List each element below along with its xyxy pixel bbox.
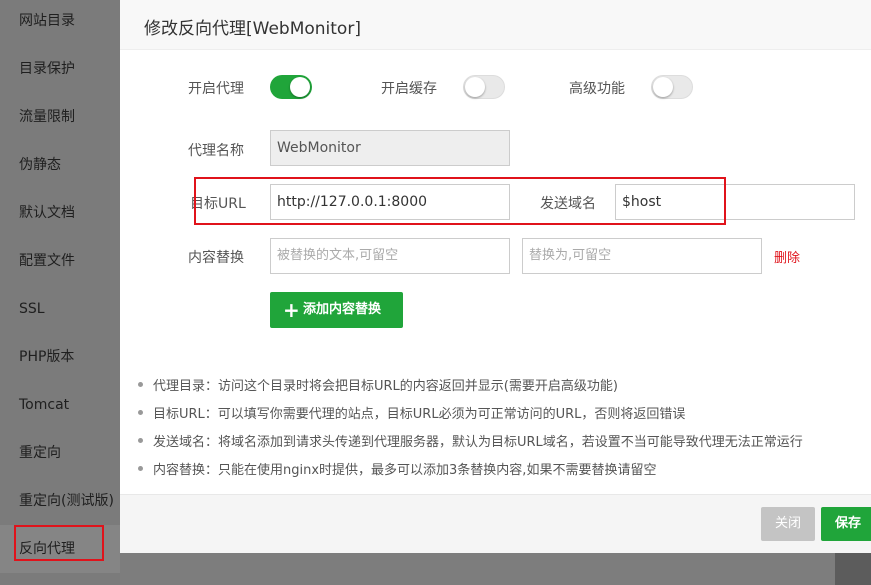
note-item: 代理目录：访问这个目录时将会把目标URL的内容返回并显示(需要开启高级功能) bbox=[138, 375, 618, 394]
sidebar-item-ssl[interactable]: SSL bbox=[0, 285, 120, 333]
dialog-title: 修改反向代理[WebMonitor] bbox=[144, 19, 361, 39]
dialog-footer: 关闭 保存 bbox=[120, 494, 871, 553]
enable-cache-toggle[interactable] bbox=[463, 75, 505, 99]
dialog-header: 修改反向代理[WebMonitor] bbox=[120, 0, 871, 50]
save-button[interactable]: 保存 bbox=[821, 507, 871, 541]
note-item: 目标URL：可以填写你需要代理的站点，目标URL必须为可正常访问的URL，否则将… bbox=[138, 403, 685, 422]
sidebar-item-redirect[interactable]: 重定向 bbox=[0, 429, 120, 477]
sidebar-item-config-file[interactable]: 配置文件 bbox=[0, 237, 120, 285]
note-text: 发送域名：将域名添加到请求头传递到代理服务器，默认为目标URL域名，若设置不当可… bbox=[153, 435, 803, 450]
enable-cache-label: 开启缓存 bbox=[381, 81, 437, 97]
toggle-knob bbox=[465, 77, 485, 97]
sidebar-item-tomcat[interactable]: Tomcat bbox=[0, 381, 120, 429]
plus-icon: + bbox=[283, 298, 300, 322]
overlay-dim-dark bbox=[835, 553, 871, 585]
note-text: 代理目录：访问这个目录时将会把目标URL的内容返回并显示(需要开启高级功能) bbox=[153, 379, 618, 394]
advanced-toggle[interactable] bbox=[651, 75, 693, 99]
sidebar-item-site-directory[interactable]: 网站目录 bbox=[0, 0, 120, 45]
bullet-icon bbox=[138, 438, 143, 443]
bullet-icon bbox=[138, 382, 143, 387]
proxy-name-input[interactable]: WebMonitor bbox=[270, 130, 510, 166]
sidebar-item-default-doc[interactable]: 默认文档 bbox=[0, 189, 120, 237]
replace-to-input[interactable]: 替换为,可留空 bbox=[522, 238, 762, 274]
content-replace-label: 内容替换 bbox=[188, 250, 244, 266]
enable-proxy-label: 开启代理 bbox=[188, 81, 244, 97]
sidebar-item-rewrite[interactable]: 伪静态 bbox=[0, 141, 120, 189]
toggle-knob bbox=[290, 77, 310, 97]
advanced-label: 高级功能 bbox=[569, 81, 625, 97]
bullet-icon bbox=[138, 466, 143, 471]
add-content-replace-label: 添加内容替换 bbox=[303, 302, 382, 317]
add-content-replace-button[interactable]: + 添加内容替换 bbox=[270, 292, 403, 328]
toggle-knob bbox=[653, 77, 673, 97]
delete-replace-link[interactable]: 删除 bbox=[774, 247, 800, 266]
highlight-box-sidebar bbox=[14, 525, 104, 561]
sidebar-item-php-version[interactable]: PHP版本 bbox=[0, 333, 120, 381]
sidebar-item-redirect-beta[interactable]: 重定向(测试版) bbox=[0, 477, 120, 525]
replace-from-input[interactable]: 被替换的文本,可留空 bbox=[270, 238, 510, 274]
proxy-name-label: 代理名称 bbox=[188, 143, 244, 159]
bullet-icon bbox=[138, 410, 143, 415]
reverse-proxy-dialog: 修改反向代理[WebMonitor] 开启代理 开启缓存 高级功能 代理名称 W… bbox=[120, 0, 871, 553]
close-button[interactable]: 关闭 bbox=[761, 507, 815, 541]
sidebar-item-directory-protect[interactable]: 目录保护 bbox=[0, 45, 120, 93]
note-item: 发送域名：将域名添加到请求头传递到代理服务器，默认为目标URL域名，若设置不当可… bbox=[138, 431, 803, 450]
note-item: 内容替换：只能在使用nginx时提供，最多可以添加3条替换内容,如果不需要替换请… bbox=[138, 459, 656, 478]
note-text: 内容替换：只能在使用nginx时提供，最多可以添加3条替换内容,如果不需要替换请… bbox=[153, 463, 657, 478]
enable-proxy-toggle[interactable] bbox=[270, 75, 312, 99]
note-text: 目标URL：可以填写你需要代理的站点，目标URL必须为可正常访问的URL，否则将… bbox=[153, 407, 686, 422]
sidebar-item-traffic-limit[interactable]: 流量限制 bbox=[0, 93, 120, 141]
sidebar: 网站目录 目录保护 流量限制 伪静态 默认文档 配置文件 SSL PHP版本 T… bbox=[0, 0, 120, 585]
overlay-dim bbox=[120, 553, 871, 585]
highlight-box-url bbox=[194, 177, 726, 225]
